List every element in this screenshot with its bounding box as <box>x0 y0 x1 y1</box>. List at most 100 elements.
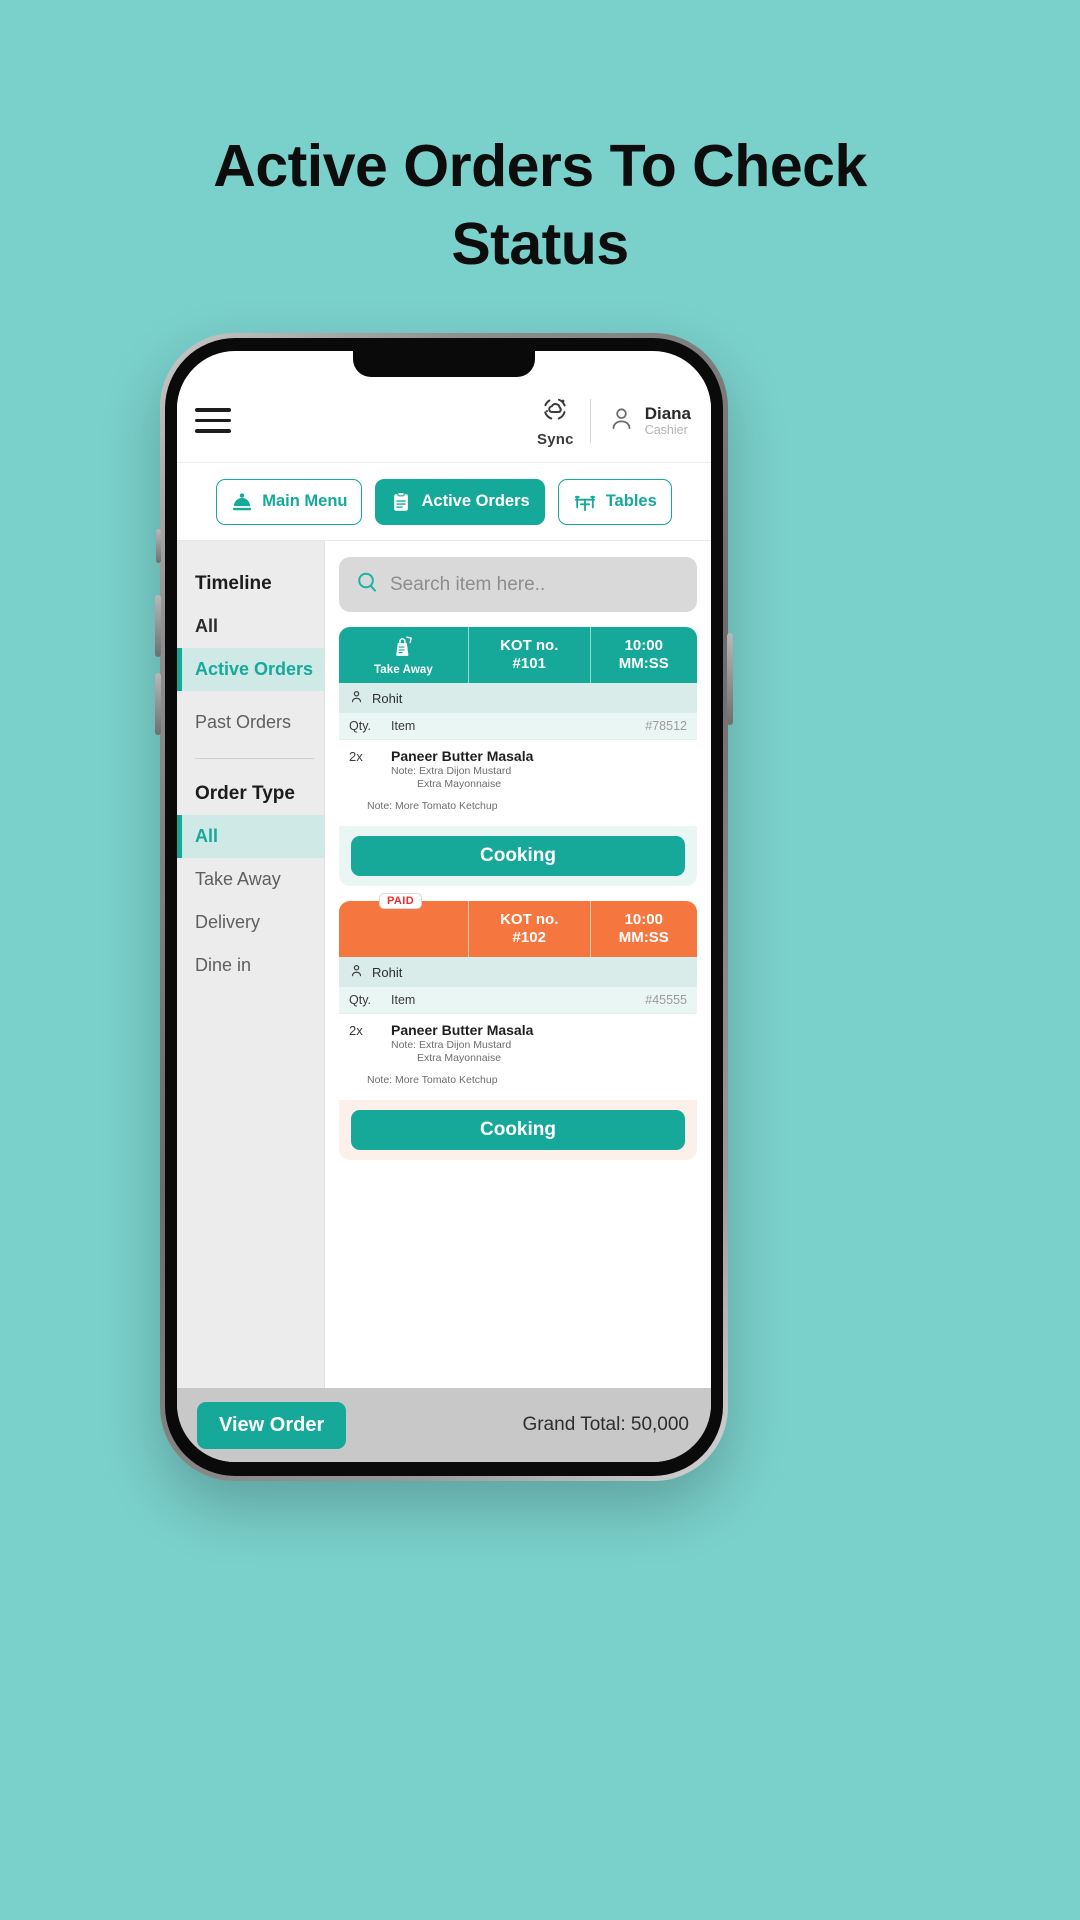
search-input[interactable]: Search item here.. <box>339 557 697 612</box>
items-list: 2x Paneer Butter Masala Note: Extra Dijo… <box>339 740 697 826</box>
sidebar-item-delivery[interactable]: Delivery <box>177 901 324 944</box>
sidebar-item-active-orders[interactable]: Active Orders <box>177 648 324 691</box>
sync-label: Sync <box>537 430 574 448</box>
kot-label: KOT no. <box>500 637 559 654</box>
items-list: 2x Paneer Butter Masala Note: Extra Dijo… <box>339 1014 697 1100</box>
items-table-header: Qty. Item #78512 <box>339 713 697 740</box>
app-body: Timeline All Active Orders Past Orders O… <box>177 541 711 1388</box>
hamburger-bar <box>195 429 231 433</box>
kot-cell: KOT no. #102 <box>467 901 590 957</box>
phone-screen: Sync Diana Cashier Main Menu Active Orde… <box>177 351 711 1462</box>
tab-tables-label: Tables <box>605 492 657 510</box>
sidebar-item-all-order-type[interactable]: All <box>177 815 324 858</box>
main-tabbar: Main Menu Active Orders Tables <box>177 463 711 541</box>
kot-label: KOT no. <box>500 911 559 928</box>
phone-volume-down-button <box>155 673 161 735</box>
phone-mockup: Sync Diana Cashier Main Menu Active Orde… <box>155 333 733 1481</box>
order-status-button[interactable]: Cooking <box>351 1110 685 1150</box>
customer-name: Rohit <box>372 964 403 980</box>
grand-total-label: Grand Total: 50,000 <box>522 1414 689 1435</box>
phone-power-button <box>727 633 733 725</box>
phone-mute-button <box>156 529 161 563</box>
item-details: Paneer Butter Masala Note: Extra Dijon M… <box>391 1022 687 1064</box>
user-text: Diana Cashier <box>645 404 691 437</box>
tab-tables[interactable]: Tables <box>557 478 672 525</box>
hamburger-icon[interactable] <box>195 408 231 433</box>
view-order-button[interactable]: View Order <box>197 1401 347 1449</box>
phone-volume-up-button <box>155 595 161 657</box>
orders-content: Search item here.. Take Away KOT no. #10… <box>325 541 711 1388</box>
order-item: 2x Paneer Butter Masala Note: Extra Dijo… <box>349 748 687 790</box>
order-status-button[interactable]: Cooking <box>351 836 685 876</box>
item-qty: 2x <box>349 1023 363 1038</box>
search-placeholder: Search item here.. <box>390 573 546 595</box>
header-right-group: Sync Diana Cashier <box>537 394 691 448</box>
user-profile[interactable]: Diana Cashier <box>591 404 691 438</box>
person-icon <box>607 404 636 438</box>
sidebar-group-title-timeline: Timeline <box>195 573 272 594</box>
col-qty: Qty. <box>349 993 371 1007</box>
kot-cell: KOT no. #101 <box>467 627 590 683</box>
sidebar-item-all-timeline[interactable]: All <box>177 605 324 648</box>
order-card-header: KOT no. #102 10:00 MM:SS <box>339 901 697 957</box>
person-icon <box>349 963 364 981</box>
sidebar-divider <box>195 758 314 759</box>
customer-row: Rohit <box>339 683 697 713</box>
tab-main-menu[interactable]: Main Menu <box>216 478 363 525</box>
tab-active-orders[interactable]: Active Orders <box>375 478 545 525</box>
item-note-2: Extra Mayonnaise <box>417 778 502 790</box>
order-type-label: Take Away <box>374 663 433 676</box>
order-type-cell <box>339 901 468 957</box>
hamburger-bar <box>195 418 231 423</box>
customer-name: Rohit <box>372 690 403 706</box>
items-table-header: Qty. Item #45555 <box>339 987 697 1014</box>
order-type-cell: Take Away <box>339 627 468 683</box>
item-name: Paneer Butter Masala <box>391 1022 534 1038</box>
order-card[interactable]: PAID KOT no. #102 10:00 MM:SS Rohit Qty.… <box>339 893 697 1160</box>
order-time: 10:00 <box>624 911 663 928</box>
order-note: Note: More Tomato Ketchup <box>367 800 498 812</box>
sidebar-item-past-orders[interactable]: Past Orders <box>177 701 324 744</box>
sync-button[interactable]: Sync <box>537 394 590 448</box>
sidebar: Timeline All Active Orders Past Orders O… <box>177 541 325 1388</box>
col-item: Item <box>391 719 416 733</box>
page-title: Active Orders To Check Status <box>213 133 867 277</box>
tab-main-menu-label: Main Menu <box>262 492 348 510</box>
order-id: #45555 <box>645 993 687 1007</box>
takeaway-bag-icon <box>392 635 415 663</box>
item-note-1: Note: Extra Dijon Mustard <box>391 765 512 777</box>
cloche-icon <box>231 491 253 513</box>
col-qty: Qty. <box>349 719 371 733</box>
clipboard-icon <box>390 491 412 513</box>
table-chairs-icon <box>573 491 597 513</box>
item-name: Paneer Butter Masala <box>391 748 534 764</box>
cloud-sync-icon <box>540 394 570 429</box>
time-cell: 10:00 MM:SS <box>589 627 697 683</box>
user-role: Cashier <box>644 423 688 438</box>
item-note-2: Extra Mayonnaise <box>417 1052 502 1064</box>
order-note: Note: More Tomato Ketchup <box>367 1074 498 1086</box>
search-icon <box>355 570 379 599</box>
order-card-header: Take Away KOT no. #101 10:00 MM:SS <box>339 627 697 683</box>
item-note-1: Note: Extra Dijon Mustard <box>391 1039 512 1051</box>
kot-number: #102 <box>512 929 546 946</box>
sidebar-item-dine-in[interactable]: Dine in <box>177 944 324 987</box>
sidebar-group-title-order-type: Order Type <box>195 783 295 804</box>
item-qty: 2x <box>349 749 363 764</box>
col-item: Item <box>391 993 416 1007</box>
order-time-unit: MM:SS <box>618 929 669 946</box>
kot-number: #101 <box>512 655 546 672</box>
page-root: Active Orders To Check Status Sync Diana… <box>0 0 1080 1920</box>
phone-notch <box>353 351 535 377</box>
order-card[interactable]: Take Away KOT no. #101 10:00 MM:SS Rohit… <box>339 627 697 886</box>
item-details: Paneer Butter Masala Note: Extra Dijon M… <box>391 748 687 790</box>
hamburger-bar <box>195 408 231 412</box>
order-time-unit: MM:SS <box>618 655 669 672</box>
user-name: Diana <box>644 403 691 423</box>
tab-active-orders-label: Active Orders <box>421 492 530 510</box>
sidebar-item-take-away[interactable]: Take Away <box>177 858 324 901</box>
order-item: 2x Paneer Butter Masala Note: Extra Dijo… <box>349 1022 687 1064</box>
bottom-bar: View Order Grand Total: 50,000 <box>177 1388 711 1462</box>
phone-bezel: Sync Diana Cashier Main Menu Active Orde… <box>165 338 723 1476</box>
